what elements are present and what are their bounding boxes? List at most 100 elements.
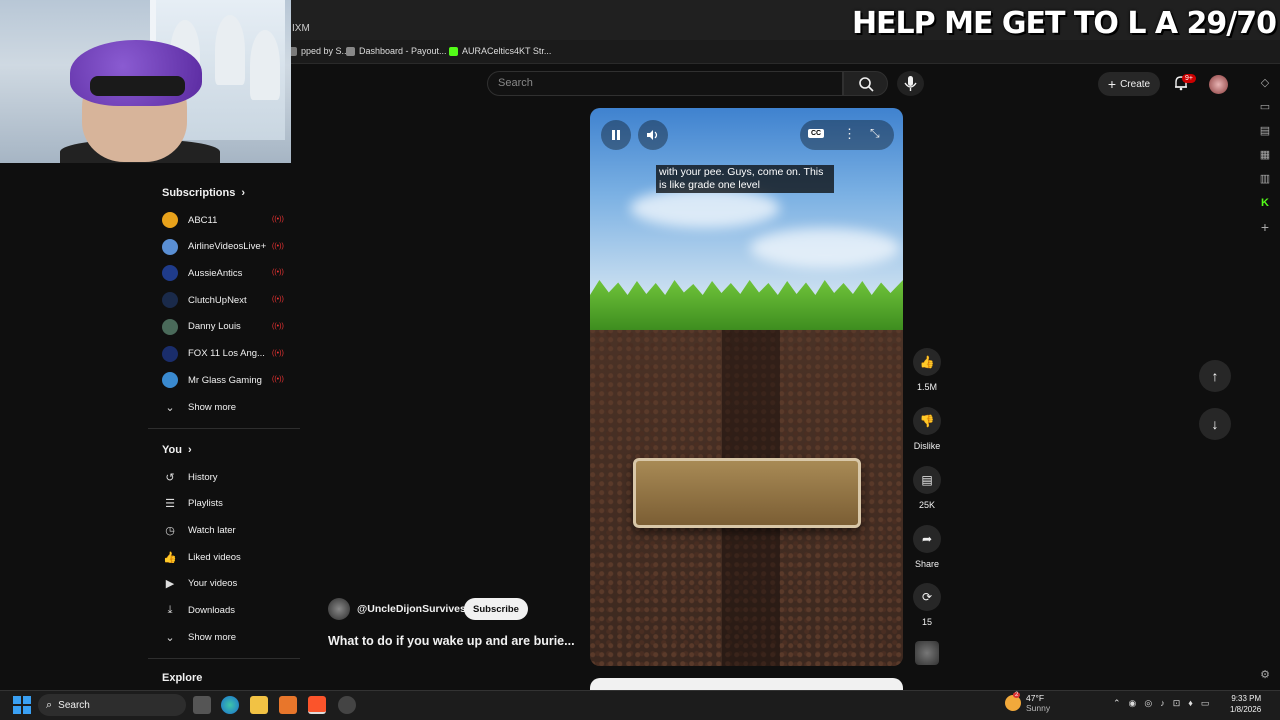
sidebar-video-icon[interactable]: ▭: [1258, 100, 1272, 114]
channel-avatar-icon: [162, 212, 178, 228]
sidebar-item-watch-later[interactable]: ◷ Watch later: [162, 521, 236, 539]
search-button[interactable]: [843, 71, 888, 96]
like-action[interactable]: 👍 1.5M: [913, 348, 941, 392]
download-icon: ⤓: [167, 604, 173, 616]
taskbar-clock[interactable]: 9:33 PM 1/8/2026: [1230, 693, 1261, 715]
weather-widget[interactable]: 2 47°F Sunny: [1005, 692, 1050, 713]
chevron-right-icon: ›: [241, 187, 246, 199]
tab-title[interactable]: IXM: [292, 23, 310, 34]
remix-icon[interactable]: ⟳: [913, 583, 941, 611]
bookmark-item[interactable]: pped by S...: [288, 46, 349, 56]
bookmark-item[interactable]: AURACeltics4KT Str...: [449, 46, 551, 56]
share-icon[interactable]: ➦: [913, 525, 941, 553]
share-action[interactable]: ➦ Share: [913, 525, 941, 569]
thumbs-up-icon[interactable]: 👍: [913, 348, 941, 376]
remix-action[interactable]: ⟳ 15: [913, 583, 941, 627]
edge-icon[interactable]: [221, 696, 239, 714]
sidebar-item-downloads[interactable]: ⤓ Downloads: [162, 602, 235, 620]
bookmark-item[interactable]: Dashboard - Payout...: [346, 46, 447, 56]
kick-icon: [449, 46, 458, 56]
you-show-more[interactable]: ⌄ Show more: [162, 628, 236, 646]
sidebar-channel-item[interactable]: AirlineVideosLive+: [162, 238, 266, 256]
obs-icon[interactable]: [338, 696, 356, 714]
fullscreen-icon[interactable]: ⤡: [870, 126, 880, 141]
sidebar-bookmarks-icon[interactable]: ▦: [1258, 148, 1272, 162]
history-icon: ↺: [165, 471, 175, 484]
sidebar-add-icon[interactable]: +: [1258, 220, 1272, 234]
sidebar-item-playlists[interactable]: ☰ Playlists: [162, 495, 223, 513]
live-indicator-icon: ((•)): [272, 242, 284, 250]
sidebar-channel-item[interactable]: AussieAntics: [162, 264, 242, 282]
voice-search-button[interactable]: [897, 71, 924, 96]
file-explorer-icon[interactable]: [250, 696, 268, 714]
channel-avatar-icon: [162, 372, 178, 389]
subscribe-button[interactable]: Subscribe: [464, 598, 528, 620]
subscriptions-heading[interactable]: Subscriptions ›: [162, 187, 245, 199]
system-tray-icons[interactable]: ⌃◉◎♪⊡♦▭: [1113, 698, 1217, 709]
sidebar-channel-item[interactable]: ClutchUpNext: [162, 291, 247, 309]
show-more-label: Show more: [188, 631, 237, 643]
create-button[interactable]: + Create: [1098, 72, 1160, 96]
pause-button[interactable]: [601, 120, 631, 150]
cc-button[interactable]: CC: [808, 129, 825, 138]
sidebar-reading-icon[interactable]: ▥: [1258, 172, 1272, 186]
sidebar-item-history[interactable]: ↺ History: [162, 468, 218, 486]
sidebar-channel-item[interactable]: FOX 11 Los Ang...: [162, 345, 265, 363]
sidebar-settings-icon[interactable]: ⚙: [1258, 668, 1272, 682]
sidebar-channel-label: AirlineVideosLive+: [188, 241, 267, 253]
sidebar-item-label: Watch later: [188, 524, 236, 536]
sidebar-divider: [148, 658, 300, 659]
subscriptions-label: Subscriptions: [162, 187, 236, 199]
shorts-video-player[interactable]: CC ⋮ ⤡ with your pee. Guys, come on. Thi…: [590, 108, 903, 666]
show-more-label: Show more: [188, 401, 237, 413]
remix-count: 15: [921, 617, 932, 627]
video-icon: ▶: [165, 578, 175, 591]
account-avatar[interactable]: [1209, 75, 1228, 94]
sidebar-wallet-icon[interactable]: ▤: [1258, 124, 1272, 138]
sidebar-item-your-videos[interactable]: ▶ Your videos: [162, 575, 238, 593]
next-short-button[interactable]: ↓: [1199, 408, 1231, 440]
create-label: Create: [1120, 78, 1151, 90]
you-label: You: [162, 444, 182, 456]
channel-avatar[interactable]: [328, 598, 350, 620]
thumbs-down-icon[interactable]: 👎: [913, 407, 941, 435]
explore-heading[interactable]: Explore: [162, 672, 202, 684]
next-short-preview[interactable]: [590, 678, 903, 690]
clock-time: 9:33 PM: [1231, 694, 1262, 703]
sidebar-item-label: History: [188, 471, 218, 483]
sidebar-channel-item[interactable]: Mr Glass Gaming: [162, 371, 262, 389]
sidebar-kick-icon[interactable]: K: [1258, 196, 1272, 210]
sidebar-channel-label: ClutchUpNext: [188, 294, 247, 306]
taskbar-search[interactable]: ⌕ Search: [38, 694, 186, 716]
arrow-down-icon: ↓: [1211, 416, 1219, 432]
sidebar-channel-label: Danny Louis: [188, 321, 241, 333]
weather-badge: 2: [1013, 692, 1021, 698]
dislike-action[interactable]: 👎 Dislike: [907, 407, 947, 451]
sidebar-item-liked-videos[interactable]: 👍 Liked videos: [162, 548, 241, 566]
sidebar-pin-icon[interactable]: ◇: [1258, 76, 1272, 90]
windows-start-icon[interactable]: [13, 696, 31, 714]
video-title[interactable]: What to do if you wake up and are burie.…: [328, 634, 575, 648]
channel-handle[interactable]: @UncleDijonSurvives: [357, 603, 466, 615]
channel-avatar-icon: [162, 345, 178, 362]
search-icon: ⌕: [46, 698, 53, 711]
more-options-icon[interactable]: ⋮: [843, 126, 856, 142]
share-label: Share: [914, 559, 940, 569]
channel-avatar-icon: [162, 292, 178, 309]
task-view-icon[interactable]: [193, 696, 211, 714]
sidebar-channel-item[interactable]: ABC11: [162, 211, 217, 229]
app-icon[interactable]: [279, 696, 297, 714]
you-heading[interactable]: You ›: [162, 444, 192, 456]
previous-short-button[interactable]: ↑: [1199, 360, 1231, 392]
volume-button[interactable]: [638, 120, 668, 150]
brave-icon[interactable]: [308, 696, 326, 714]
player-control-group: CC ⋮ ⤡: [800, 120, 894, 150]
search-input[interactable]: [487, 71, 843, 96]
windows-taskbar: [0, 690, 1280, 720]
chevron-down-icon: ⌄: [165, 631, 175, 644]
channel-thumbnail[interactable]: [915, 641, 939, 665]
comment-icon[interactable]: ▤: [913, 466, 941, 494]
sidebar-channel-item[interactable]: Danny Louis: [162, 318, 241, 336]
subscriptions-show-more[interactable]: ⌄ Show more: [162, 398, 236, 416]
comments-action[interactable]: ▤ 25K: [913, 466, 941, 510]
